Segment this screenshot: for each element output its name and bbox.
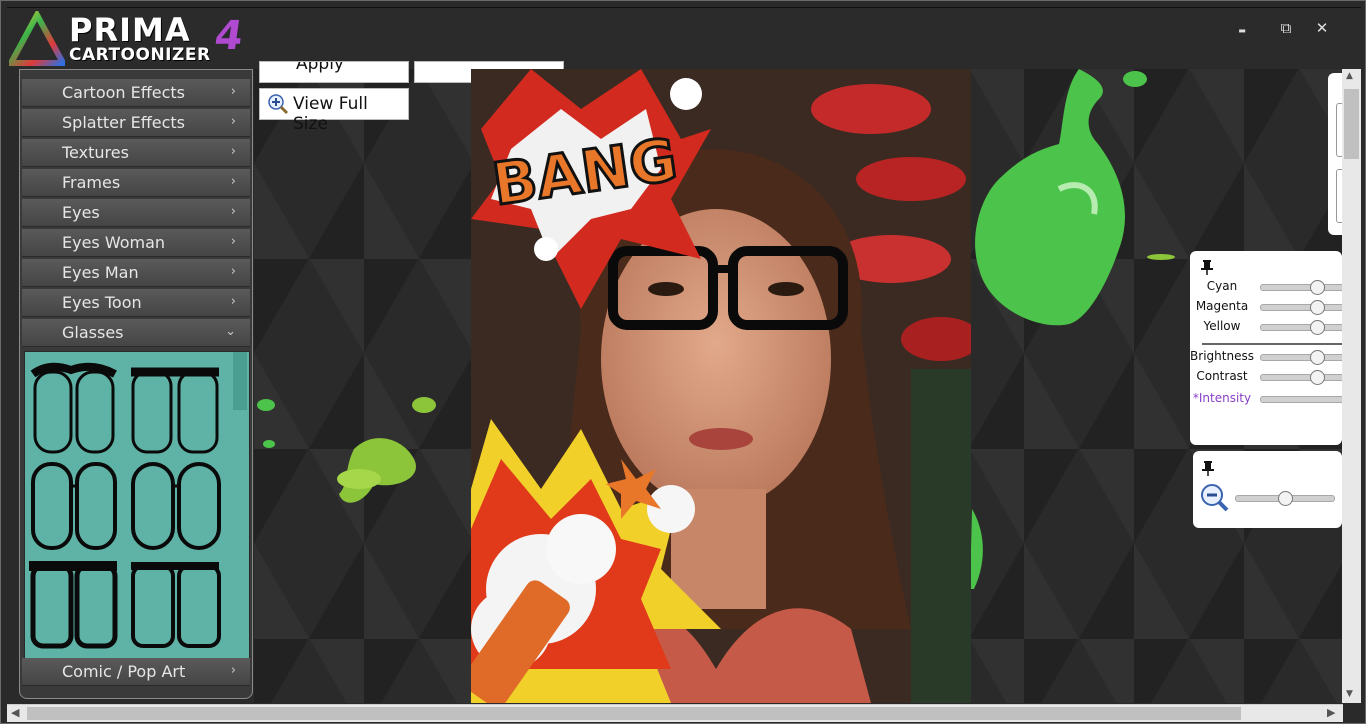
glasses-thumbnail[interactable] — [129, 558, 221, 654]
slider-label-magenta: Magenta — [1195, 299, 1249, 313]
sidebar-item-glasses[interactable]: Glasses ⌄ — [22, 319, 250, 347]
view-full-size-button[interactable]: View Full Size — [259, 88, 409, 134]
splatter-left — [257, 397, 436, 503]
sidebar-item-splatter-effects[interactable]: Splatter Effects › — [22, 109, 250, 137]
slider-label-contrast: Contrast — [1196, 369, 1248, 383]
minimize-icon: ▬ — [1238, 26, 1246, 35]
chevron-right-icon: › — [230, 84, 236, 99]
sidebar-item-cartoon-effects[interactable]: Cartoon Effects › — [22, 79, 250, 107]
pin-icon[interactable] — [1200, 259, 1214, 275]
close-button[interactable]: ✕ — [1305, 15, 1339, 41]
close-icon: ✕ — [1315, 19, 1329, 37]
prism-logo-icon — [9, 11, 65, 66]
sidebar-item-label: Glasses — [62, 323, 124, 342]
glasses-gallery — [24, 351, 250, 659]
splatter-edge — [970, 509, 983, 589]
scroll-right-icon[interactable]: ▶ — [1327, 706, 1335, 719]
glasses-thumbnail[interactable] — [27, 360, 119, 456]
sidebar-top-gap — [20, 70, 252, 78]
glasses-thumbnail[interactable] — [27, 460, 119, 556]
sidebar-item-label: Eyes — [62, 203, 100, 222]
glasses-thumbnail[interactable] — [129, 360, 221, 456]
sidebar-item-label: Eyes Woman — [62, 233, 166, 252]
vertical-scrollbar[interactable]: ▲ ▼ — [1342, 69, 1361, 703]
zoom-slider-thumb[interactable] — [1278, 491, 1293, 506]
slider-label-intensity: *Intensity — [1192, 391, 1252, 405]
effects-sidebar: Cartoon Effects › Splatter Effects › Tex… — [19, 69, 253, 699]
slider-thumb-contrast[interactable] — [1310, 370, 1325, 385]
chevron-right-icon: › — [230, 234, 236, 249]
view-full-size-label: View Full Size — [293, 94, 368, 134]
slider-thumb-yellow[interactable] — [1310, 320, 1325, 335]
sidebar-item-eyes-woman[interactable]: Eyes Woman › — [22, 229, 250, 257]
photo-artwork: BANG — [471, 69, 971, 703]
sidebar-item-label: Splatter Effects — [62, 113, 185, 132]
sidebar-item-label: Frames — [62, 173, 121, 192]
sidebar-item-comic-pop-art[interactable]: Comic / Pop Art › — [22, 658, 250, 686]
sidebar-item-label: Cartoon Effects — [62, 83, 186, 102]
slider-label-cyan: Cyan — [1206, 279, 1238, 293]
sidebar-item-label: Comic / Pop Art — [62, 662, 186, 681]
logo-version: 4 — [211, 13, 247, 59]
slider-thumb-magenta[interactable] — [1310, 300, 1325, 315]
scroll-up-icon[interactable]: ▲ — [1346, 71, 1353, 81]
glasses-thumbnail[interactable] — [27, 558, 119, 654]
app-logo: PRIMA CARTOONIZER 4 — [9, 9, 249, 69]
zoom-out-icon[interactable] — [1199, 482, 1231, 514]
sidebar-item-eyes-man[interactable]: Eyes Man › — [22, 259, 250, 287]
glasses-thumbnail[interactable] — [129, 460, 221, 556]
maximize-icon: ⧉ — [1280, 19, 1292, 37]
pin-icon[interactable] — [1201, 460, 1215, 476]
chevron-right-icon: › — [230, 294, 236, 309]
chevron-right-icon: › — [230, 204, 236, 219]
minimize-button[interactable]: ▬ — [1225, 15, 1259, 41]
slider-label-brightness: Brightness — [1190, 349, 1254, 363]
chevron-right-icon: › — [230, 144, 236, 159]
sidebar-item-eyes-toon[interactable]: Eyes Toon › — [22, 289, 250, 317]
sidebar-item-label: Textures — [62, 143, 129, 162]
chevron-right-icon: › — [230, 264, 236, 279]
sidebar-item-label: Eyes Toon — [62, 293, 142, 312]
slider-track-contrast[interactable] — [1260, 374, 1346, 381]
slider-track-brightness[interactable] — [1260, 354, 1346, 361]
edited-photo[interactable]: BANG — [471, 69, 971, 703]
slider-label-yellow: Yellow — [1203, 319, 1241, 333]
slider-track-intensity[interactable] — [1260, 396, 1346, 403]
chevron-down-icon: ⌄ — [225, 324, 236, 339]
sidebar-item-label: Eyes Man — [62, 263, 139, 282]
chevron-right-icon: › — [230, 174, 236, 189]
gallery-scrollbar[interactable] — [233, 352, 247, 410]
chevron-right-icon: › — [230, 663, 236, 678]
slider-track-cyan[interactable] — [1260, 284, 1346, 291]
slider-thumb-cyan[interactable] — [1310, 280, 1325, 295]
horizontal-scroll-thumb[interactable] — [27, 707, 1241, 720]
apply-button[interactable]: Apply — [259, 61, 409, 83]
logo-text-cartoonizer: CARTOONIZER — [69, 45, 211, 65]
sidebar-item-frames[interactable]: Frames › — [22, 169, 250, 197]
zoom-panel — [1193, 451, 1342, 528]
slider-track-yellow[interactable] — [1260, 324, 1346, 331]
apply-button-label: Apply — [296, 61, 344, 74]
horizontal-scrollbar[interactable]: ◀ ▶ — [7, 704, 1343, 722]
color-adjust-panel: Cyan Magenta Yellow Brightness Contrast *Inte… — [1190, 251, 1346, 445]
chevron-right-icon: › — [230, 114, 236, 129]
slider-track-magenta[interactable] — [1260, 304, 1346, 311]
scroll-left-icon[interactable]: ◀ — [11, 706, 19, 719]
vertical-scroll-thumb[interactable] — [1344, 89, 1359, 159]
maximize-button[interactable]: ⧉ — [1269, 15, 1303, 41]
slider-thumb-brightness[interactable] — [1310, 350, 1325, 365]
zoom-in-icon — [268, 94, 289, 115]
sidebar-item-eyes[interactable]: Eyes › — [22, 199, 250, 227]
sidebar-item-textures[interactable]: Textures › — [22, 139, 250, 167]
scroll-down-icon[interactable]: ▼ — [1346, 689, 1353, 699]
panel-divider — [1202, 343, 1342, 345]
splatter-right — [975, 69, 1175, 326]
app-window: ▬ ⧉ ✕ PRIMA CARTOONIZER 4 Apply View Ful… — [0, 0, 1366, 724]
logo-text-prima: PRIMA — [69, 11, 191, 49]
